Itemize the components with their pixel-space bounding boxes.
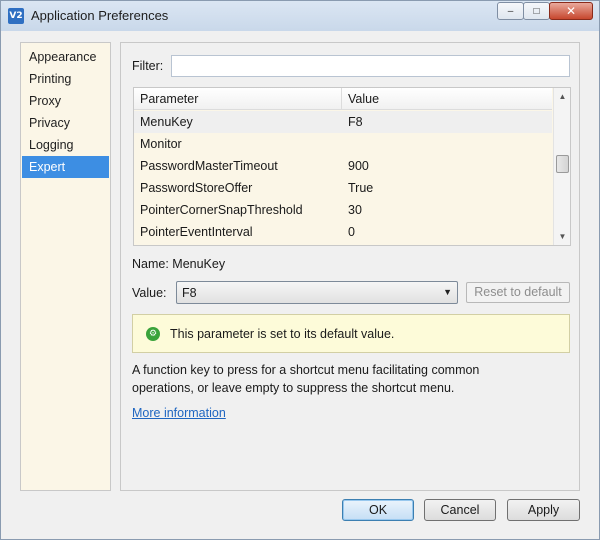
- title-bar[interactable]: V2 Application Preferences ‒ □ ✕: [1, 1, 599, 31]
- category-item-printing[interactable]: Printing: [22, 68, 109, 90]
- chevron-down-icon: ▼: [443, 287, 452, 297]
- column-header-value[interactable]: Value: [342, 88, 552, 110]
- parameter-value-cell: True: [348, 181, 374, 195]
- value-dropdown-selected: F8: [182, 286, 197, 300]
- scroll-down-icon[interactable]: ▼: [554, 228, 570, 245]
- preferences-window: V2 Application Preferences ‒ □ ✕ Appeara…: [0, 0, 600, 540]
- default-value-notice: ⚙ This parameter is set to its default v…: [132, 314, 570, 353]
- maximize-button[interactable]: □: [523, 2, 550, 20]
- parameter-name-cell: Monitor: [140, 137, 182, 151]
- dialog-body: Appearance Printing Proxy Privacy Loggin…: [9, 31, 591, 531]
- value-dropdown[interactable]: F8 ▼: [176, 281, 458, 304]
- table-row[interactable]: MenuKey F8: [134, 111, 552, 133]
- category-item-appearance[interactable]: Appearance: [22, 46, 109, 68]
- parameter-name-cell: PointerCornerSnapThreshold: [140, 203, 303, 217]
- category-item-logging[interactable]: Logging: [22, 134, 109, 156]
- parameter-value-cell: F8: [348, 115, 363, 129]
- table-rows: MenuKey F8 Monitor PasswordMasterTimeout…: [134, 111, 552, 243]
- description-line: A function key to press for a shortcut m…: [132, 363, 480, 377]
- parameter-name-cell: MenuKey: [140, 115, 193, 129]
- cancel-button[interactable]: Cancel: [424, 499, 496, 521]
- gear-icon: ⚙: [146, 327, 160, 341]
- value-label: Value:: [132, 286, 167, 300]
- parameter-name-cell: PasswordStoreOffer: [140, 181, 253, 195]
- filter-input[interactable]: [171, 55, 570, 77]
- parameter-value-cell: 900: [348, 159, 369, 173]
- table-row[interactable]: PasswordMasterTimeout 900: [134, 155, 552, 177]
- table-row[interactable]: PointerEventInterval 0: [134, 221, 552, 243]
- window-title: Application Preferences: [31, 8, 169, 23]
- selected-parameter-name: Name: MenuKey: [132, 257, 226, 271]
- settings-panel: Filter: Parameter Value MenuKey F8 Monit…: [120, 42, 580, 491]
- close-button[interactable]: ✕: [549, 2, 593, 20]
- filter-label: Filter:: [132, 59, 164, 73]
- close-icon: ✕: [565, 4, 577, 18]
- app-logo-icon: V2: [8, 8, 24, 24]
- category-list: Appearance Printing Proxy Privacy Loggin…: [20, 42, 111, 491]
- scroll-thumb[interactable]: [556, 155, 569, 173]
- table-header: Parameter Value: [134, 88, 552, 110]
- table-scrollbar[interactable]: ▲ ▼: [553, 88, 570, 245]
- column-header-parameter[interactable]: Parameter: [134, 88, 342, 110]
- notice-text: This parameter is set to its default val…: [170, 327, 395, 341]
- minimize-button[interactable]: ‒: [497, 2, 524, 20]
- parameter-name-cell: PointerEventInterval: [140, 225, 253, 239]
- parameter-description: A function key to press for a shortcut m…: [132, 361, 572, 397]
- category-item-privacy[interactable]: Privacy: [22, 112, 109, 134]
- apply-button[interactable]: Apply: [507, 499, 580, 521]
- parameter-name-cell: PasswordMasterTimeout: [140, 159, 278, 173]
- caption-buttons: ‒ □ ✕: [497, 2, 593, 20]
- minimize-icon: ‒: [507, 5, 514, 17]
- scroll-up-icon[interactable]: ▲: [554, 88, 570, 105]
- category-item-proxy[interactable]: Proxy: [22, 90, 109, 112]
- category-item-expert[interactable]: Expert: [22, 156, 109, 178]
- maximize-icon: □: [533, 5, 540, 17]
- parameter-value-cell: 30: [348, 203, 362, 217]
- parameter-value-cell: 0: [348, 225, 355, 239]
- table-row[interactable]: PointerCornerSnapThreshold 30: [134, 199, 552, 221]
- parameter-table: Parameter Value MenuKey F8 Monitor Passw…: [133, 87, 571, 246]
- more-information-link[interactable]: More information: [132, 406, 226, 420]
- description-line: operations, or leave empty to suppress t…: [132, 381, 455, 395]
- table-row[interactable]: Monitor: [134, 133, 552, 155]
- reset-to-default-button[interactable]: Reset to default: [466, 282, 570, 303]
- table-row[interactable]: PasswordStoreOffer True: [134, 177, 552, 199]
- ok-button[interactable]: OK: [342, 499, 414, 521]
